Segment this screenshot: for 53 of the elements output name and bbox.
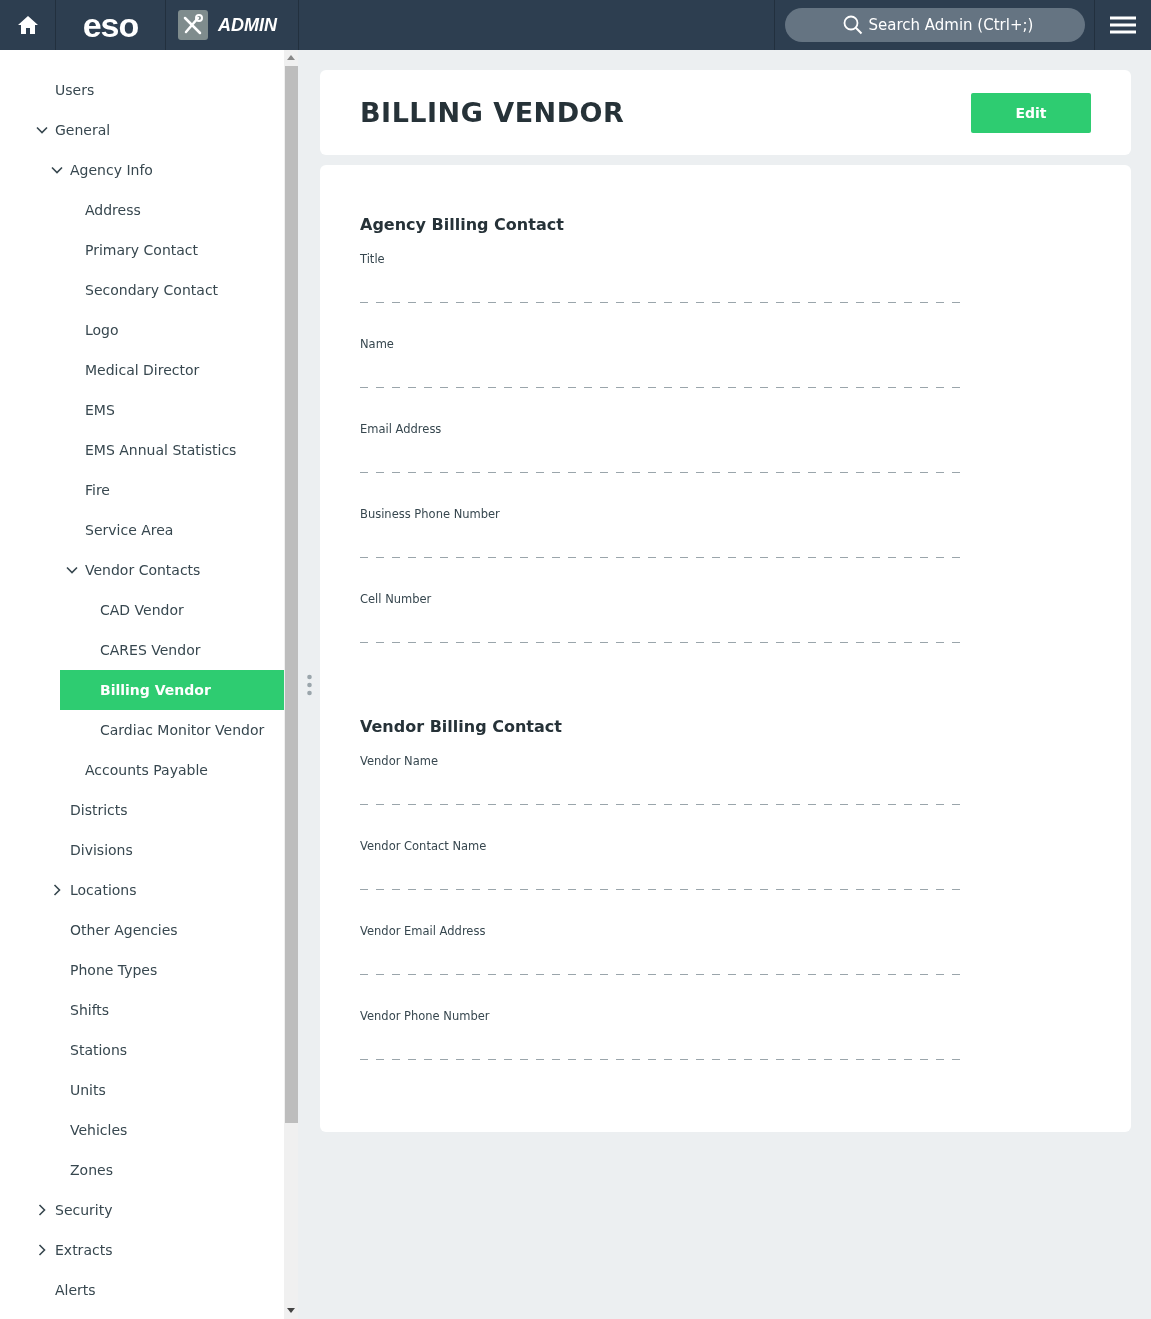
resize-handle-icon[interactable] <box>306 673 312 696</box>
field-label: Name <box>360 337 395 352</box>
sidebar-item[interactable]: Medical Director <box>0 350 284 390</box>
field-label: Vendor Email Address <box>360 924 487 939</box>
field-label: Vendor Phone Number <box>360 1009 491 1024</box>
sidebar-item[interactable]: Security <box>0 1190 284 1230</box>
scrollbar-thumb[interactable] <box>284 66 298 1123</box>
field-label: Vendor Name <box>360 754 439 769</box>
search-field[interactable]: Search Admin (Ctrl+;) <box>784 8 1085 42</box>
sidebar-item[interactable]: Stations <box>0 1030 284 1070</box>
field-label: Title <box>360 252 386 267</box>
scroll-down-icon[interactable] <box>287 1308 295 1313</box>
sidebar-item[interactable]: Fire <box>0 470 284 510</box>
sidebar-item[interactable]: Extracts <box>0 1230 284 1270</box>
sidebar-item[interactable]: Alerts <box>0 1270 284 1310</box>
logo[interactable]: eso <box>82 8 139 42</box>
sidebar-item[interactable]: Address <box>0 190 284 230</box>
field-label: Email Address <box>360 422 443 437</box>
sidebar-item[interactable]: Phone Types <box>0 950 284 990</box>
sidebar-item[interactable]: Agency Info <box>0 150 284 190</box>
sidebar-item[interactable]: Secondary Contact <box>0 270 284 310</box>
sidebar-item[interactable]: Service Area <box>0 510 284 550</box>
menu-icon[interactable] <box>1110 16 1136 34</box>
sidebar-item[interactable]: Vehicles <box>0 1110 284 1150</box>
field-label: Cell Number <box>360 592 433 607</box>
sidebar-item[interactable]: Accounts Payable <box>0 750 284 790</box>
section-heading: Vendor Billing Contact <box>360 717 563 736</box>
sidebar-item[interactable]: Other Agencies <box>0 910 284 950</box>
sidebar-item[interactable]: Zones <box>0 1150 284 1190</box>
sidebar-item[interactable]: CAD Vendor <box>0 590 284 630</box>
sidebar-item[interactable]: EMS Annual Statistics <box>0 430 284 470</box>
field-label: Vendor Contact Name <box>360 839 488 854</box>
scroll-up-icon[interactable] <box>287 55 295 60</box>
sidebar-item[interactable]: General <box>0 110 284 150</box>
sidebar-item[interactable]: Users <box>0 70 284 110</box>
sidebar-item[interactable]: Divisions <box>0 830 284 870</box>
sidebar-item[interactable]: Logo <box>0 310 284 350</box>
sidebar-item[interactable]: Units <box>0 1070 284 1110</box>
sidebar-item[interactable]: Districts <box>0 790 284 830</box>
sidebar-item[interactable]: EMS <box>0 390 284 430</box>
sidebar-item[interactable]: Locations <box>0 870 284 910</box>
tools-icon <box>178 10 208 40</box>
sidebar-item[interactable]: Primary Contact <box>0 230 284 270</box>
sidebar-item[interactable]: Shifts <box>0 990 284 1030</box>
section-heading: Agency Billing Contact <box>360 215 565 234</box>
search-icon <box>842 15 863 35</box>
sidebar-item[interactable]: Vendor Contacts <box>0 550 284 590</box>
app-title: ADMIN <box>218 14 277 36</box>
sidebar-item[interactable]: Cardiac Monitor Vendor <box>0 710 284 750</box>
field-label: Business Phone Number <box>360 507 501 522</box>
sidebar-item[interactable]: CARES Vendor <box>0 630 284 670</box>
page-title: BILLING VENDOR <box>360 97 625 128</box>
home-icon[interactable] <box>17 16 38 34</box>
